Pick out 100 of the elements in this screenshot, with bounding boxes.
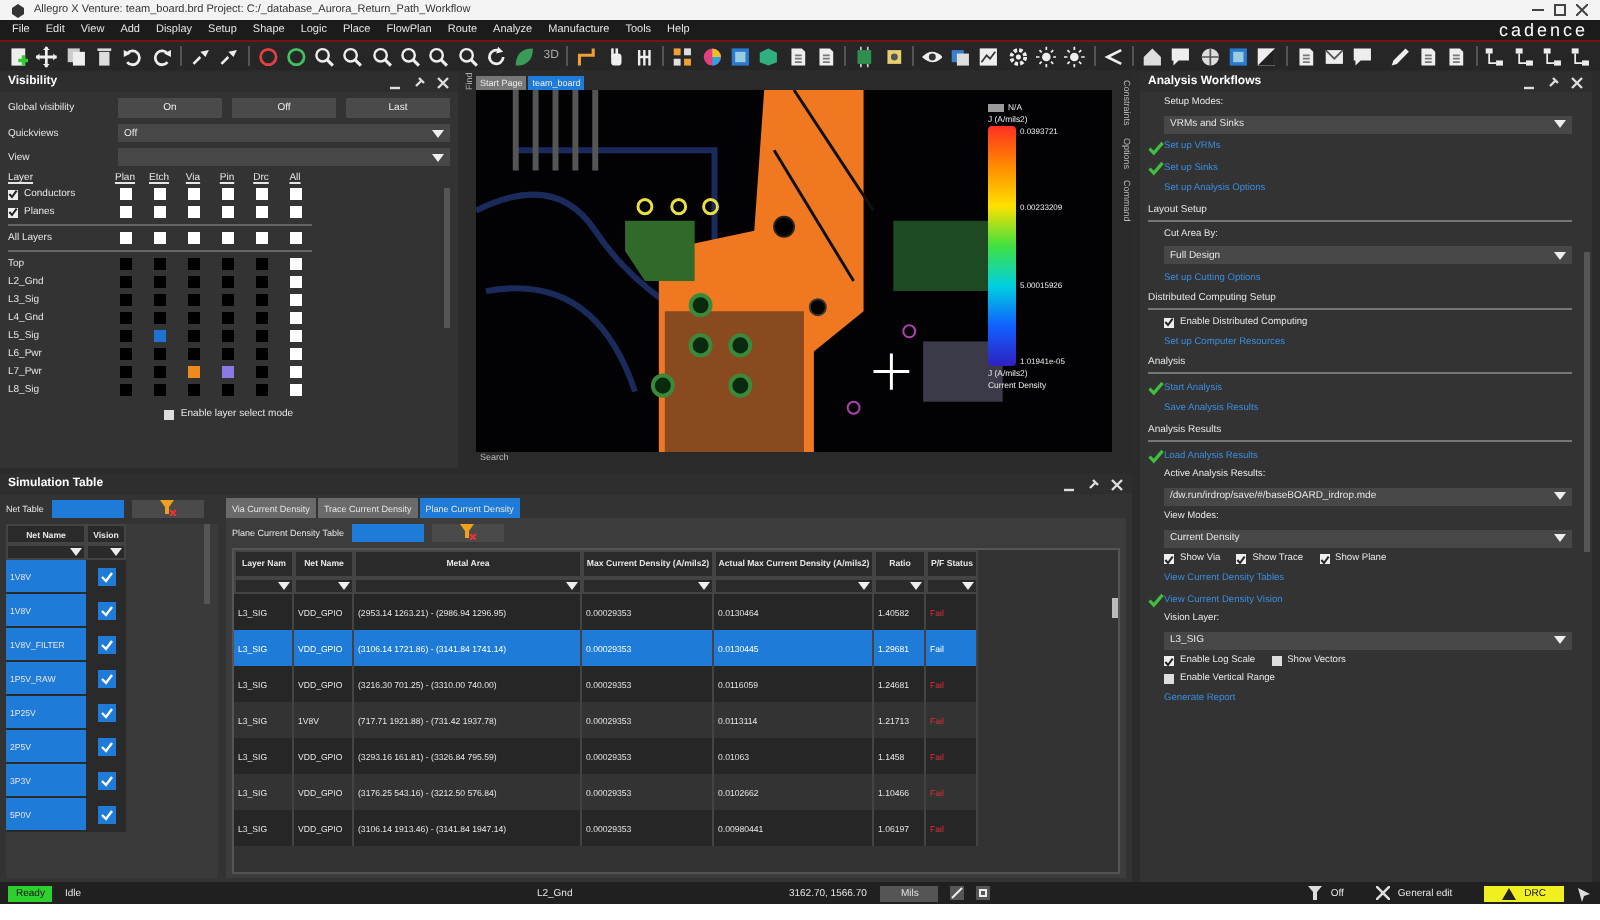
angle-icon[interactable] xyxy=(1103,45,1125,67)
color-swatch[interactable] xyxy=(187,294,199,306)
caret-icon[interactable] xyxy=(110,548,122,556)
checkbox[interactable] xyxy=(289,206,301,218)
filter-cell[interactable] xyxy=(582,578,714,594)
tree-icon[interactable] xyxy=(1513,45,1535,67)
caret-icon[interactable] xyxy=(1554,492,1566,501)
circle-icon[interactable] xyxy=(285,45,307,67)
maximize-icon[interactable] xyxy=(1554,4,1566,16)
color-swatch[interactable] xyxy=(255,348,267,360)
color-swatch[interactable] xyxy=(153,294,165,306)
color-swatch[interactable] xyxy=(187,366,199,378)
caret-icon[interactable] xyxy=(1554,120,1566,129)
checkbox[interactable] xyxy=(119,206,131,218)
filter-cell[interactable] xyxy=(354,578,582,594)
page-icon[interactable] xyxy=(8,45,29,67)
leaf-icon[interactable] xyxy=(514,45,536,67)
chat-icon[interactable] xyxy=(1352,45,1374,67)
caret-icon[interactable] xyxy=(1554,636,1566,645)
caret-icon[interactable] xyxy=(1554,251,1566,260)
zoom-icon[interactable] xyxy=(342,45,364,67)
home-icon[interactable] xyxy=(1141,45,1163,67)
color-swatch[interactable] xyxy=(255,384,267,396)
window-icon[interactable] xyxy=(1227,45,1249,67)
pencil-icon[interactable] xyxy=(950,886,965,900)
checkbox[interactable] xyxy=(289,294,301,306)
hand-icon[interactable] xyxy=(605,45,627,67)
caret-icon[interactable] xyxy=(1554,534,1566,543)
color-swatch[interactable] xyxy=(119,294,131,306)
filter-cell[interactable] xyxy=(294,578,354,594)
document-icon[interactable] xyxy=(815,45,837,67)
zoom-icon[interactable] xyxy=(457,45,479,67)
color-swatch[interactable] xyxy=(221,366,233,378)
tree-icon[interactable] xyxy=(1542,45,1563,67)
pencil-icon[interactable] xyxy=(1389,45,1410,67)
chart-icon[interactable] xyxy=(978,45,1000,67)
tree-icon[interactable] xyxy=(1570,45,1592,67)
document-icon[interactable] xyxy=(1446,45,1468,67)
color-swatch[interactable] xyxy=(221,294,233,306)
color-swatch[interactable] xyxy=(119,366,131,378)
caret-icon[interactable] xyxy=(278,582,290,590)
filter-field[interactable] xyxy=(351,523,424,541)
caret-icon[interactable] xyxy=(566,582,578,590)
checkbox[interactable] xyxy=(119,188,131,200)
window-icon[interactable] xyxy=(729,45,751,67)
layers-icon[interactable] xyxy=(950,45,971,67)
color-swatch[interactable] xyxy=(255,258,267,270)
color-swatch[interactable] xyxy=(153,366,165,378)
checkbox[interactable] xyxy=(289,348,301,360)
checkbox[interactable] xyxy=(221,206,233,218)
trash-icon[interactable] xyxy=(93,45,115,67)
filter-field[interactable] xyxy=(51,499,124,517)
filter-cell[interactable] xyxy=(874,578,926,594)
color-swatch[interactable] xyxy=(221,276,233,288)
color-swatch[interactable] xyxy=(187,276,199,288)
chip-icon[interactable] xyxy=(854,45,876,67)
caret-icon[interactable] xyxy=(338,582,350,590)
copy-icon[interactable] xyxy=(65,45,86,67)
checkbox[interactable] xyxy=(289,384,301,396)
checkbox[interactable] xyxy=(289,312,301,324)
checkbox[interactable] xyxy=(97,806,115,824)
gear-icon[interactable] xyxy=(1007,45,1029,67)
color-swatch[interactable] xyxy=(153,348,165,360)
color-swatch[interactable] xyxy=(119,348,131,360)
checkbox[interactable] xyxy=(97,738,115,756)
filter-cell[interactable] xyxy=(86,544,126,560)
redo-icon[interactable] xyxy=(151,45,172,67)
zoom-icon[interactable] xyxy=(314,45,335,67)
sun-icon[interactable] xyxy=(1064,45,1086,67)
checkbox[interactable] xyxy=(153,206,165,218)
color-swatch[interactable] xyxy=(119,276,131,288)
checkbox[interactable] xyxy=(187,206,199,218)
document-icon[interactable] xyxy=(1295,45,1316,67)
caret-icon[interactable] xyxy=(962,582,974,590)
filter-icon[interactable] xyxy=(1308,886,1323,900)
color-swatch[interactable] xyxy=(221,258,233,270)
color-swatch[interactable] xyxy=(153,312,165,324)
checkbox[interactable] xyxy=(97,568,115,586)
filter-cell[interactable] xyxy=(926,578,978,594)
pin-icon[interactable] xyxy=(189,45,211,67)
chip-icon[interactable] xyxy=(883,45,904,67)
tree-icon[interactable] xyxy=(1484,45,1506,67)
caret-icon[interactable] xyxy=(910,582,922,590)
close-icon[interactable] xyxy=(1576,4,1588,16)
color-swatch[interactable] xyxy=(221,312,233,324)
document-icon[interactable] xyxy=(787,45,808,67)
filter-button[interactable] xyxy=(431,523,504,541)
checkbox[interactable] xyxy=(255,232,267,244)
checkbox[interactable] xyxy=(1319,554,1330,565)
caret-icon[interactable] xyxy=(698,582,710,590)
move-icon[interactable] xyxy=(36,45,58,67)
checkbox[interactable] xyxy=(255,188,267,200)
color-swatch[interactable] xyxy=(119,384,131,396)
undo-icon[interactable] xyxy=(122,45,144,67)
chat-icon[interactable] xyxy=(1170,45,1192,67)
checkbox[interactable] xyxy=(164,409,175,419)
grid-icon[interactable] xyxy=(672,45,694,67)
checkbox[interactable] xyxy=(289,188,301,200)
color-wheel-icon[interactable] xyxy=(701,45,722,67)
checkbox[interactable] xyxy=(289,330,301,342)
